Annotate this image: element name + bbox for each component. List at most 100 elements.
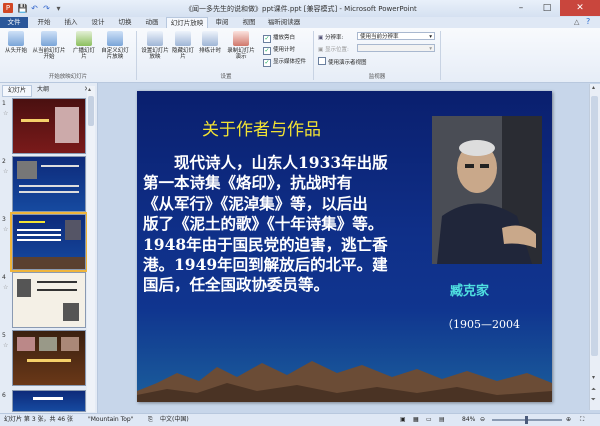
tab-file[interactable]: 文件 [0,17,28,28]
slide-body-text[interactable]: 现代诗人，山东人1933年出版 第一本诗集《烙印》，抗战时有 《从军行》《泥淖集… [143,153,443,296]
undo-icon[interactable]: ↶ [29,3,40,14]
custom-slideshow-button[interactable]: 自定义幻灯片放映 [99,31,131,60]
slide-number: 5 [2,332,6,339]
zoom-level[interactable]: 84% [462,414,475,426]
normal-view-icon[interactable]: ▣ [400,414,406,426]
spellcheck-icon[interactable]: ⎘ [148,414,153,426]
thumbnail-text-line [17,229,61,231]
scroll-up-icon[interactable]: ▴ [88,86,91,93]
panel-scrollbar[interactable]: ▴ [87,86,95,412]
slide-thumbnail-1[interactable] [12,98,86,154]
tab-design[interactable]: 设计 [85,17,111,28]
zoom-in-icon[interactable]: ⊕ [566,414,571,426]
rehearse-label: 排练计时 [198,48,221,54]
author-photo[interactable] [432,116,542,264]
slide-vertical-scrollbar[interactable]: ▴ ▾ ⏶ ⏷ [589,84,600,410]
theme-name-status[interactable]: "Mountain Top" [88,414,134,426]
rehearse-timings-button[interactable]: 排练计时 [197,31,223,54]
broadcast-label: 广播幻灯片 [72,48,95,60]
show-on-label: ▣ 显示位置: [318,47,349,53]
author-portrait-image [432,116,542,264]
from-current-label: 从当前幻灯片开始 [32,48,66,60]
help-icon[interactable]: ? [586,17,590,26]
scrollbar-thumb[interactable] [88,96,94,126]
thumbnail-image [17,279,31,297]
tab-foxit-reader[interactable]: 福昕阅读器 [264,17,304,28]
thumbnail-image [39,337,57,351]
timings-label: 使用计时 [273,47,296,53]
from-beginning-button[interactable]: 从头开始 [3,31,29,54]
media-controls-checkbox[interactable]: ✓ 显示媒体控件 [263,57,306,67]
resolution-label: ▣ 分辨率: [318,35,344,41]
broadcast-button[interactable]: 广播幻灯片 [71,31,97,60]
body-line: 港。1949年回到解放后的北平。建 [143,255,388,275]
slide-thumbnail-5[interactable] [12,330,86,386]
redo-icon[interactable]: ↷ [41,3,52,14]
resolution-value: 使用当前分辨率 [360,34,399,40]
presenter-view-checkbox[interactable]: 使用演示者视图 [318,57,367,66]
slide-number: 3 [2,216,6,223]
animation-star-icon: ☆ [3,342,9,349]
group-label-setup: 设置 [220,74,232,80]
ribbon: 从头开始 从当前幻灯片开始 广播幻灯片 自定义幻灯片放映 开始放映幻灯片 设置幻… [0,28,600,83]
thumbnail-image [17,161,37,179]
hide-slide-button[interactable]: 隐藏幻灯片 [171,31,195,60]
customize-quick-access-icon[interactable]: ▾ [53,3,64,14]
maximize-button[interactable]: □ [534,0,560,16]
group-label-start: 开始放映幻灯片 [48,74,88,80]
window-title: 《闻一多先生的说和做》ppt课件.ppt [兼容模式] - Microsoft … [185,5,417,13]
slideshow-view-icon[interactable]: ▤ [439,414,445,426]
tab-slides-panel[interactable]: 幻灯片 [2,85,32,97]
reading-view-icon[interactable]: ▭ [426,414,432,426]
scroll-down-icon[interactable]: ▾ [592,374,595,381]
narration-checkbox[interactable]: ✓ 播放旁白 [263,33,295,43]
tab-outline-panel[interactable]: 大纲 [31,85,55,95]
tab-review[interactable]: 审阅 [209,17,235,28]
slide-thumbnail-3[interactable] [10,212,88,272]
animation-star-icon: ☆ [3,168,9,175]
from-current-button[interactable]: 从当前幻灯片开始 [31,31,67,60]
resolution-dropdown[interactable]: 使用当前分辨率 ▾ [357,32,435,40]
tab-animations[interactable]: 动画 [139,17,165,28]
author-name[interactable]: 臧克家 [450,280,489,299]
tab-insert[interactable]: 插入 [58,17,84,28]
record-slideshow-button[interactable]: 录制幻灯片演示 [225,31,257,60]
minimize-ribbon-icon[interactable]: △ [574,18,579,26]
language-status[interactable]: 中文(中国) [160,414,189,426]
timings-checkbox[interactable]: ✓ 使用计时 [263,45,295,55]
thumbnail-text-line [37,281,77,283]
animation-star-icon: ☆ [3,110,9,117]
slide-thumbnail-2[interactable] [12,156,86,212]
chevron-down-icon: ▾ [429,34,432,40]
zoom-slider-handle[interactable] [525,416,528,424]
slide-title[interactable]: 关于作者与作品 [202,115,321,140]
slide-thumbnail-6[interactable] [12,390,86,412]
slideshow-play-icon [8,31,24,46]
thumbnail-image [63,303,79,321]
body-line: 《从军行》《泥淖集》等，以后出 [143,193,368,213]
tab-view[interactable]: 视图 [236,17,262,28]
checkbox-box: ✓ [263,35,271,43]
scrollbar-thumb[interactable] [591,96,598,356]
show-on-dropdown[interactable]: ▾ [357,44,435,52]
slide-sorter-icon[interactable]: ▦ [413,414,419,426]
scroll-up-icon[interactable]: ▴ [592,84,595,91]
thumbnail-title-line [21,119,49,122]
thumbnail-text-line [27,359,71,362]
previous-slide-icon[interactable]: ⏶ [591,386,596,394]
divider [313,31,314,80]
next-slide-icon[interactable]: ⏷ [591,396,596,404]
slide-thumbnail-4[interactable] [12,272,86,328]
current-slide[interactable]: 关于作者与作品 现代诗人，山东人1933年出版 第一本诗集《烙印》，抗战时有 《… [137,91,552,402]
close-button[interactable]: ✕ [560,0,600,16]
tab-home[interactable]: 开始 [31,17,57,28]
tab-transitions[interactable]: 切换 [112,17,138,28]
minimize-button[interactable]: – [508,0,534,16]
fit-to-window-icon[interactable]: ⛶ [580,414,584,426]
thumbnail-text-line [17,239,61,241]
setup-slideshow-button[interactable]: 设置幻灯片放映 [141,31,169,60]
body-line: 国后，任全国政协委员等。 [143,275,330,295]
zoom-out-icon[interactable]: ⊖ [480,414,485,426]
author-years[interactable]: （1905—2004 [442,316,520,332]
save-icon[interactable]: 💾 [17,3,28,14]
